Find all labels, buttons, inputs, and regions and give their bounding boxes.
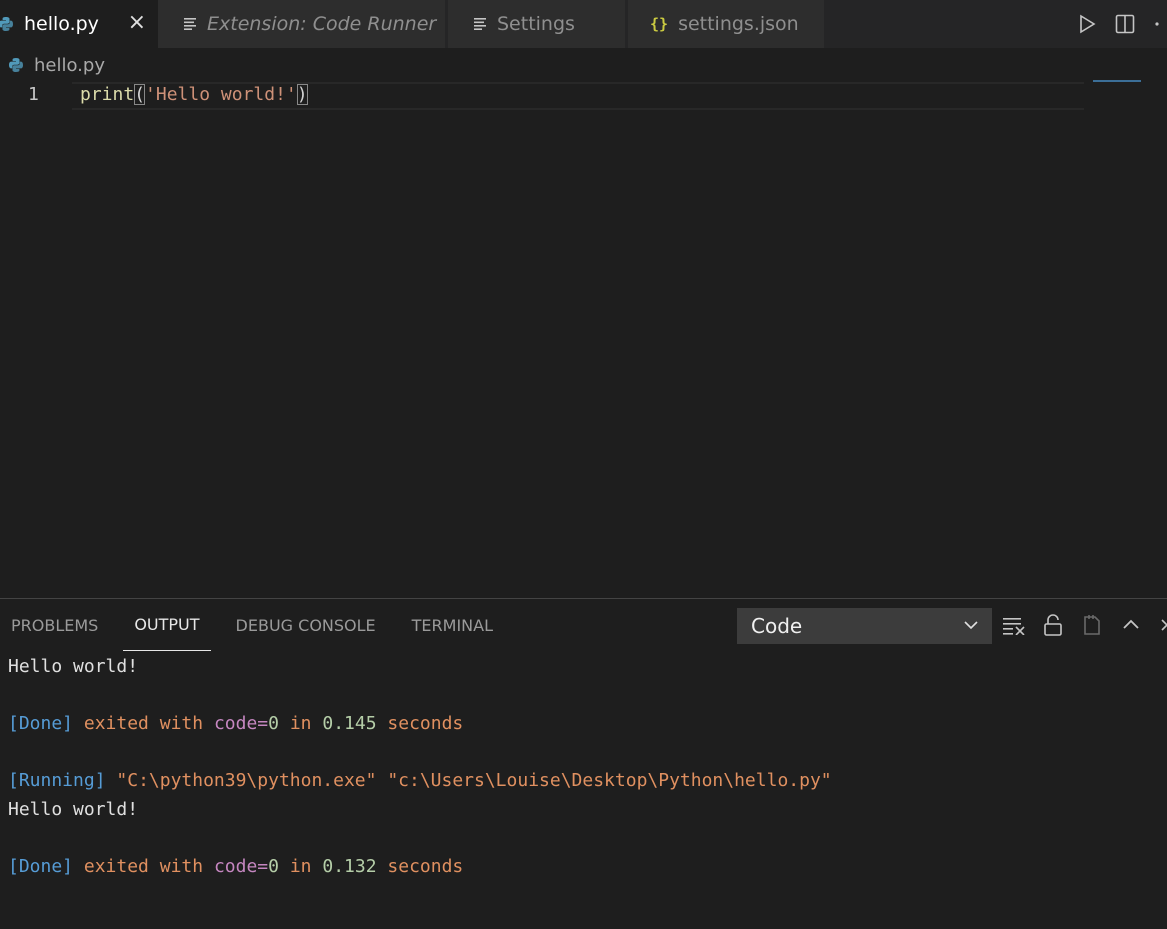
tab-label: Settings bbox=[497, 13, 575, 35]
output-code-value: 0 bbox=[268, 713, 279, 735]
code-editor[interactable]: 1 print('Hello world!') bbox=[0, 80, 1167, 598]
output-time: 0.145 bbox=[322, 713, 377, 735]
output-blank-line bbox=[8, 739, 832, 768]
output-word: seconds bbox=[387, 856, 464, 878]
tab-label: settings.json bbox=[678, 13, 799, 35]
line-number: 1 bbox=[28, 84, 39, 105]
json-braces-icon: {} bbox=[650, 15, 669, 33]
code-token-function: print bbox=[80, 84, 135, 105]
output-word: in bbox=[289, 713, 312, 735]
breadcrumb[interactable]: hello.py bbox=[8, 53, 105, 77]
output-word: exited bbox=[83, 713, 149, 735]
panel-actions bbox=[1002, 612, 1167, 638]
run-icon[interactable] bbox=[1075, 12, 1099, 36]
breadcrumb-file[interactable]: hello.py bbox=[34, 55, 105, 76]
code-line[interactable]: print('Hello world!') bbox=[80, 84, 308, 105]
output-time: 0.132 bbox=[322, 856, 377, 878]
output-line-done: [Done] exited with code=0 in 0.145 secon… bbox=[8, 710, 832, 739]
code-token-string: 'Hello world!' bbox=[145, 84, 297, 105]
output-word: in bbox=[289, 856, 312, 878]
lines-icon bbox=[184, 18, 196, 30]
output-code-value: 0 bbox=[268, 856, 279, 878]
split-editor-icon[interactable] bbox=[1113, 12, 1137, 36]
tab-label: Extension: Code Runner bbox=[207, 13, 437, 35]
bottom-panel: PROBLEMS OUTPUT DEBUG CONSOLE TERMINAL C… bbox=[0, 598, 1167, 929]
tab-terminal[interactable]: TERMINAL bbox=[401, 599, 504, 651]
open-in-editor-icon[interactable] bbox=[1080, 612, 1104, 638]
lines-icon bbox=[474, 18, 486, 30]
minimap-viewport[interactable] bbox=[1093, 80, 1141, 82]
close-panel-icon[interactable] bbox=[1158, 612, 1167, 638]
output-line: Hello world! bbox=[8, 798, 139, 820]
more-actions-icon[interactable] bbox=[1151, 12, 1163, 36]
tab-problems[interactable]: PROBLEMS bbox=[0, 599, 109, 651]
output-channel-select[interactable]: Code bbox=[737, 608, 992, 644]
python-icon bbox=[9, 58, 23, 72]
output-code-key: code= bbox=[213, 856, 269, 878]
done-tag: [Done] bbox=[8, 856, 74, 878]
output-line-running: [Running] "C:\python39\python.exe" "c:\U… bbox=[8, 767, 832, 796]
output-word: with bbox=[159, 856, 204, 878]
tab-extension-code-runner[interactable]: Extension: Code Runner bbox=[158, 0, 446, 48]
editor-tab-bar: hello.py × Extension: Code Runner Settin… bbox=[0, 0, 1167, 48]
python-icon bbox=[0, 17, 13, 31]
done-tag: [Done] bbox=[8, 713, 74, 735]
editor-actions bbox=[1075, 0, 1167, 48]
running-tag: [Running] bbox=[8, 770, 106, 792]
output-word: exited bbox=[83, 856, 149, 878]
tab-hello-py[interactable]: hello.py × bbox=[0, 0, 158, 48]
tab-settings[interactable]: Settings bbox=[448, 0, 626, 48]
output-code-key: code= bbox=[213, 713, 269, 735]
output-word: with bbox=[159, 713, 204, 735]
output-blank-line bbox=[8, 682, 832, 711]
chevron-down-icon bbox=[964, 621, 978, 630]
output-channel-value: Code bbox=[751, 614, 803, 638]
tab-output[interactable]: OUTPUT bbox=[123, 599, 211, 651]
clear-output-icon[interactable] bbox=[1002, 612, 1026, 638]
code-token-paren-open: ( bbox=[134, 84, 146, 105]
close-icon[interactable]: × bbox=[128, 10, 146, 35]
output-log[interactable]: Hello world! [Done] exited with code=0 i… bbox=[8, 653, 832, 882]
output-blank-line bbox=[8, 825, 832, 854]
lock-scroll-icon[interactable] bbox=[1041, 612, 1065, 638]
output-line: Hello world! bbox=[8, 656, 139, 677]
tab-debug-console[interactable]: DEBUG CONSOLE bbox=[225, 599, 387, 651]
code-token-paren-close: ) bbox=[296, 84, 308, 105]
maximize-panel-icon[interactable] bbox=[1119, 612, 1143, 638]
output-word: seconds bbox=[387, 713, 464, 735]
running-command: "C:\python39\python.exe" "c:\Users\Louis… bbox=[116, 770, 832, 792]
tab-label: hello.py bbox=[24, 13, 99, 35]
panel-tab-bar: PROBLEMS OUTPUT DEBUG CONSOLE TERMINAL bbox=[0, 599, 518, 653]
tab-settings-json[interactable]: {} settings.json bbox=[628, 0, 824, 48]
output-line-done: [Done] exited with code=0 in 0.132 secon… bbox=[8, 853, 832, 882]
